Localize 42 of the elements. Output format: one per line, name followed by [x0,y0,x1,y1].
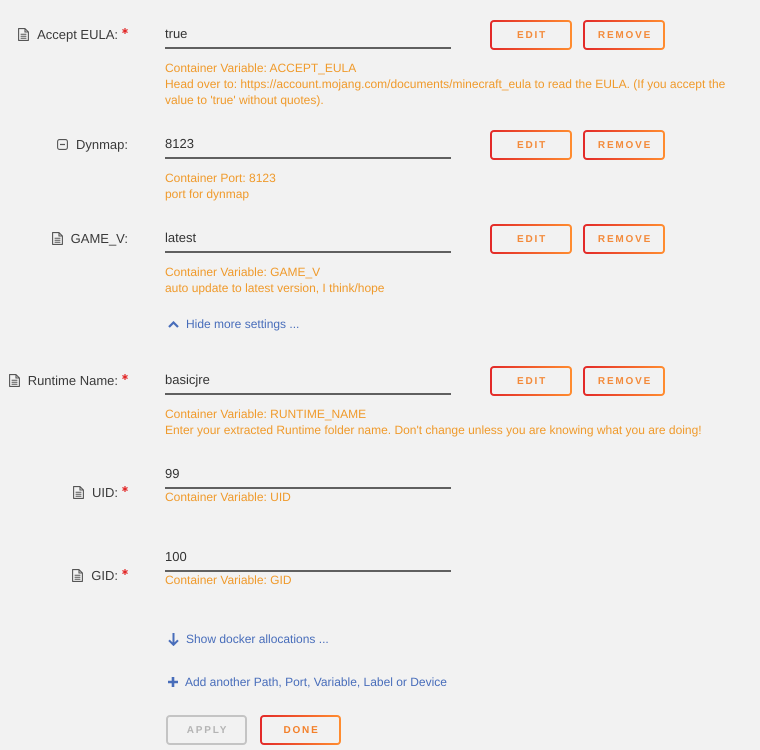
field-info: Container Port: 8123 [165,170,276,186]
remove-button[interactable]: REMOVE [583,224,665,254]
document-icon [18,28,30,40]
remove-button[interactable]: REMOVE [583,20,665,50]
input-field[interactable]: true [165,20,451,49]
input-field[interactable]: basicjre [165,366,451,395]
field-info: Container Variable: ACCEPT_EULA [165,60,356,76]
document-icon [73,486,84,498]
field-label: Runtime Name: [28,372,118,388]
input-field[interactable]: 100 [165,543,451,572]
done-button[interactable]: DONE [260,715,341,745]
field-info: Container Variable: RUNTIME_NAME [165,406,366,422]
edit-button[interactable]: EDIT [490,224,572,254]
plus-icon [168,677,178,687]
document-icon [52,232,63,244]
document-icon [72,568,84,582]
field-label: GID: [91,568,118,582]
field-description: value to 'true' without quotes). [165,92,324,108]
field-description: auto update to latest version, I think/hope [165,280,384,296]
field-description: Head over to: https://account.mojang.com/documents/minecraft_eula to read the EULA. (If you accept the [165,76,726,92]
edit-button[interactable]: EDIT [490,130,572,160]
field-info: Container Variable: UID [165,489,291,505]
field-info: Container Variable: GID [165,572,292,588]
field-info: Container Variable: GAME_V [165,264,320,280]
field-description: port for dynmap [165,186,250,202]
field-description: Enter your extracted Runtime folder name. Don't change unless you are knowing what you are doing! [165,422,702,438]
input-field[interactable]: latest [165,224,451,253]
input-field[interactable]: 8123 [165,130,451,159]
show-allocations-link[interactable]: Show docker allocations ... [168,631,329,647]
input-field[interactable]: 99 [165,460,451,489]
hide-settings-link[interactable]: Hide more settings ... [168,316,300,332]
edit-button[interactable]: EDIT [490,20,572,50]
field-label: UID: [92,484,118,500]
field-label: GAME_V: [70,230,128,246]
edit-button[interactable]: EDIT [490,366,572,396]
field-label: Dynmap: [76,136,128,152]
field-label: Accept EULA: [37,26,118,42]
remove-button[interactable]: REMOVE [583,366,665,396]
document-icon [8,374,20,386]
remove-button[interactable]: REMOVE [583,130,665,160]
minus-square-icon [56,138,68,150]
add-another-link[interactable]: Add another Path, Port, Variable, Label or Device [168,674,447,690]
